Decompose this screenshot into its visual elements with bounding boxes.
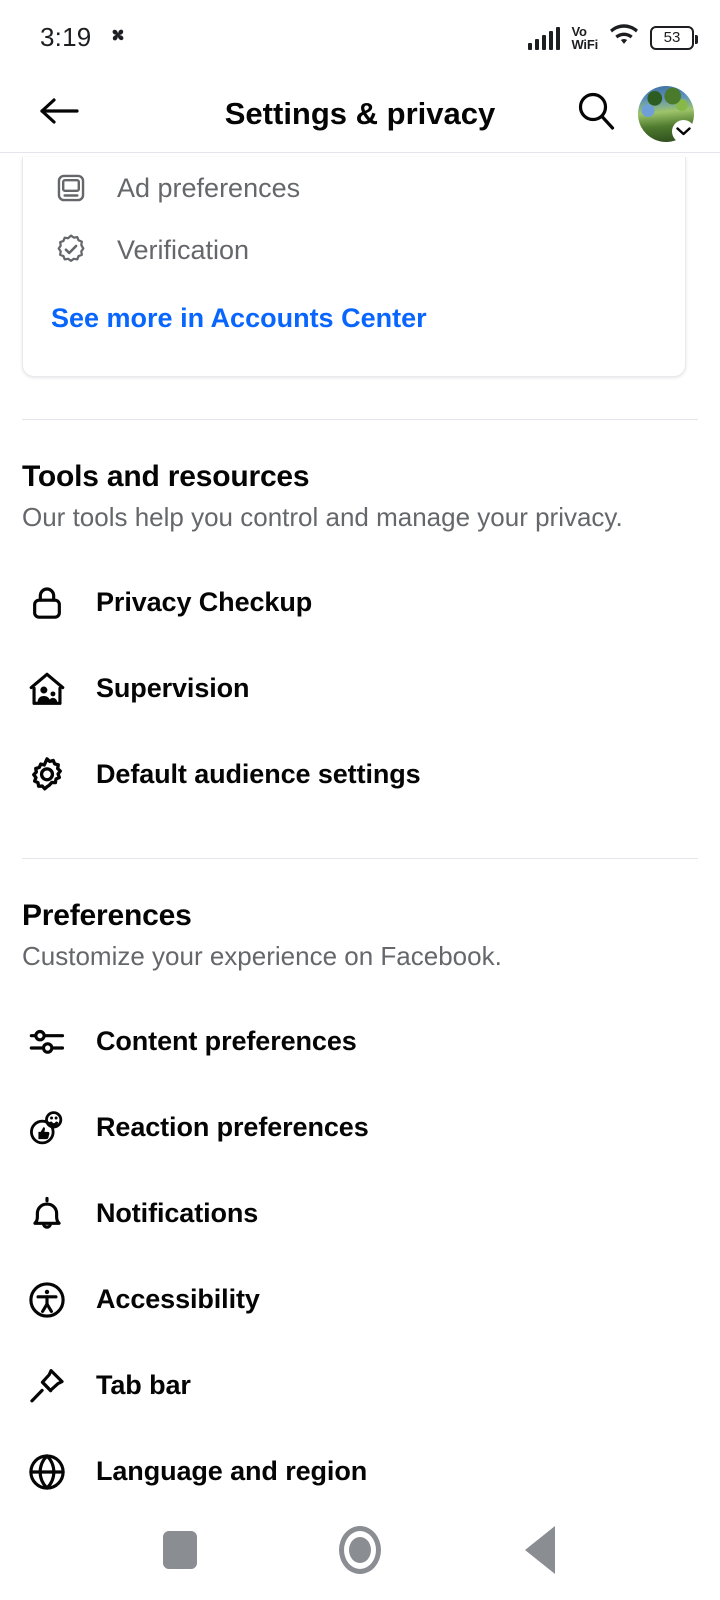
settings-item-label: Tab bar <box>96 1370 191 1401</box>
settings-item-label: Reaction preferences <box>96 1112 369 1143</box>
verification-badge-icon <box>51 230 91 270</box>
search-icon <box>575 90 617 137</box>
pinwheel-icon <box>105 22 131 53</box>
settings-item-label: Language and region <box>96 1456 368 1487</box>
android-navigation-bar <box>0 1500 720 1600</box>
card-item-verification[interactable]: Verification <box>23 219 685 281</box>
accessibility-icon <box>24 1277 70 1323</box>
settings-item-language-and-region[interactable]: Language and region <box>22 1429 698 1500</box>
section-divider <box>22 857 698 859</box>
settings-item-label: Content preferences <box>96 1026 357 1057</box>
reaction-thumbsup-icon <box>24 1105 70 1151</box>
settings-item-label: Default audience settings <box>96 759 421 790</box>
settings-item-default-audience-settings[interactable]: Default audience settings <box>22 732 698 818</box>
status-bar-right: Vo WiFi 53 <box>527 23 698 52</box>
home-circle-icon <box>339 1526 381 1574</box>
back-button[interactable] <box>28 83 90 145</box>
status-time: 3:19 <box>40 22 92 52</box>
header-actions <box>568 85 695 143</box>
back-triangle-icon <box>525 1526 555 1574</box>
profile-avatar-button[interactable] <box>638 85 695 143</box>
lock-icon <box>24 580 70 626</box>
settings-item-label: Notifications <box>96 1198 259 1229</box>
gear-icon <box>24 752 70 798</box>
section-heading: Preferences <box>22 898 192 932</box>
recents-square-icon <box>163 1531 197 1569</box>
sliders-icon <box>24 1019 70 1065</box>
card-item-label: Ad preferences <box>117 172 301 203</box>
vowifi-line2: WiFi <box>571 36 598 52</box>
recents-button[interactable] <box>120 1500 240 1600</box>
back-arrow-icon <box>38 95 80 132</box>
phone-screen: 3:19 Vo WiFi 53 Settings & privacy Ad pr… <box>0 0 720 1600</box>
ad-preferences-icon <box>51 168 91 208</box>
section-divider <box>22 419 698 420</box>
battery-indicator: 53 <box>650 25 698 50</box>
card-item-ad-preferences[interactable]: Ad preferences <box>23 157 685 219</box>
app-header: Settings & privacy <box>0 75 720 153</box>
settings-item-reaction-preferences[interactable]: Reaction preferences <box>22 1085 698 1171</box>
bell-icon <box>24 1191 70 1237</box>
home-button[interactable] <box>300 1500 420 1600</box>
wifi-icon <box>609 23 639 52</box>
tools-and-resources-section: Tools and resources Our tools help you c… <box>0 460 720 818</box>
section-heading: Tools and resources <box>22 460 310 493</box>
settings-item-label: Accessibility <box>96 1284 260 1315</box>
cellular-signal-icon <box>527 26 561 50</box>
settings-item-accessibility[interactable]: Accessibility <box>22 1257 698 1343</box>
card-item-label: Verification <box>117 234 250 265</box>
avatar-chevron-badge <box>672 119 695 143</box>
section-subtitle: Our tools help you control and manage yo… <box>22 502 623 532</box>
settings-item-supervision[interactable]: Supervision <box>22 646 698 732</box>
battery-percent: 53 <box>663 29 681 46</box>
pushpin-icon <box>24 1363 70 1409</box>
status-bar-left: 3:19 <box>40 22 131 53</box>
supervision-house-icon <box>24 666 70 712</box>
accounts-center-card: Ad preferences Verification See more in … <box>22 157 686 377</box>
settings-item-tab-bar[interactable]: Tab bar <box>22 1343 698 1429</box>
settings-item-notifications[interactable]: Notifications <box>22 1171 698 1257</box>
vowifi-indicator: Vo WiFi <box>571 25 598 51</box>
settings-item-label: Privacy Checkup <box>96 587 313 618</box>
settings-item-label: Supervision <box>96 673 250 704</box>
settings-scroll-area[interactable]: Ad preferences Verification See more in … <box>0 153 720 1500</box>
preferences-section: Preferences Customize your experience on… <box>0 899 720 1500</box>
status-bar: 3:19 Vo WiFi 53 <box>0 0 720 75</box>
globe-icon <box>24 1449 70 1495</box>
settings-item-content-preferences[interactable]: Content preferences <box>22 999 698 1085</box>
search-button[interactable] <box>568 86 624 142</box>
see-more-accounts-center-link[interactable]: See more in Accounts Center <box>23 281 685 334</box>
section-subtitle: Customize your experience on Facebook. <box>22 940 502 971</box>
settings-item-privacy-checkup[interactable]: Privacy Checkup <box>22 560 698 646</box>
back-nav-button[interactable] <box>480 1500 600 1600</box>
